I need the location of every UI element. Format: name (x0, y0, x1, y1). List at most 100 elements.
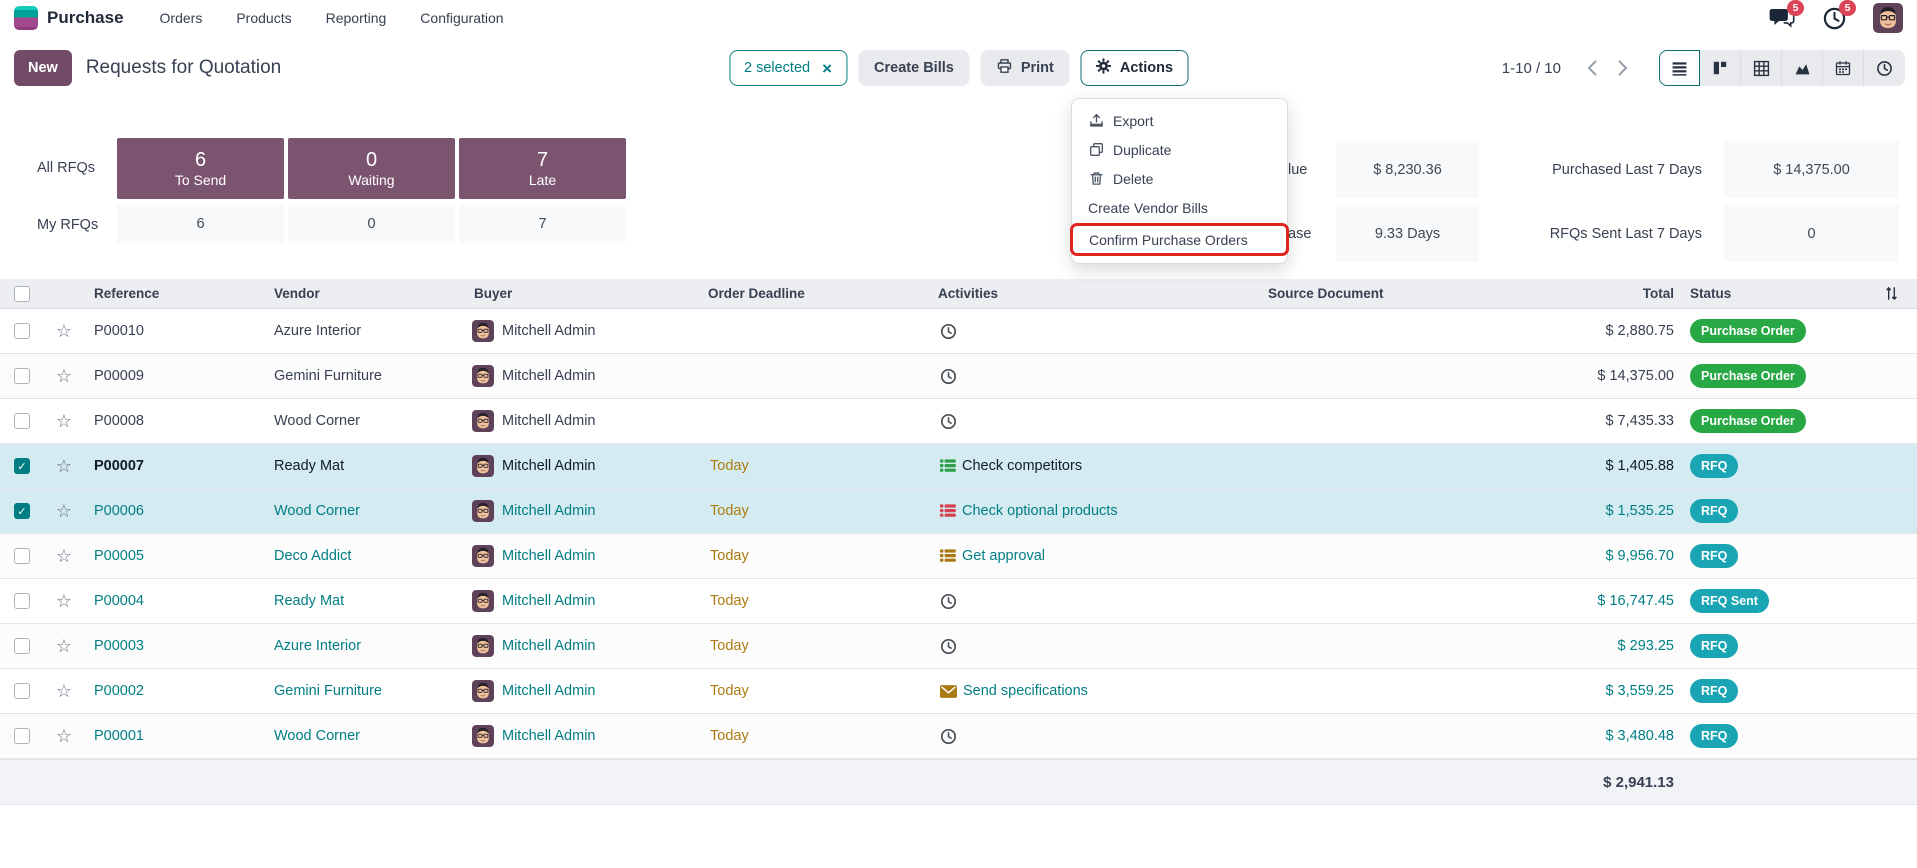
column-header-reference[interactable]: Reference (84, 286, 264, 301)
app-title[interactable]: Purchase (47, 8, 124, 28)
clock-activity-icon[interactable] (940, 413, 957, 430)
table-row[interactable]: ✓ ☆ P00007 Ready Mat Mitchell Admin Toda… (0, 444, 1917, 489)
favorite-star-icon[interactable]: ☆ (44, 726, 84, 747)
select-all-checkbox[interactable] (14, 286, 30, 302)
row-checkbox[interactable] (14, 683, 30, 699)
kanban-view-icon[interactable] (1700, 50, 1741, 86)
table-row[interactable]: ☆ P00008 Wood Corner Mitchell Admin $ 7,… (0, 399, 1917, 444)
page-title: Requests for Quotation (86, 57, 281, 79)
rfq-tile-all-rfqs-to-send[interactable]: 6To Send (117, 138, 284, 199)
column-header-buyer[interactable]: Buyer (464, 286, 698, 301)
kpi-value-lead-time[interactable]: 9.33 Days (1336, 205, 1479, 262)
create-bills-button[interactable]: Create Bills (858, 50, 970, 86)
row-checkbox[interactable] (14, 413, 30, 429)
row-checkbox[interactable] (14, 548, 30, 564)
kpi-value-avg[interactable]: $ 8,230.36 (1336, 141, 1479, 198)
menu-item-products[interactable]: Products (236, 10, 291, 26)
clock-activity-icon[interactable] (940, 638, 957, 655)
row-checkbox[interactable]: ✓ (14, 458, 30, 474)
favorite-star-icon[interactable]: ☆ (44, 456, 84, 477)
menu-item-reporting[interactable]: Reporting (326, 10, 387, 26)
row-vendor: Wood Corner (264, 503, 464, 519)
graph-view-icon[interactable] (1782, 50, 1823, 86)
buyer-avatar (472, 410, 494, 432)
rfq-tile-all-rfqs-late[interactable]: 7Late (459, 138, 626, 199)
actions-menu-item-duplicate[interactable]: Duplicate (1072, 135, 1287, 164)
row-checkbox[interactable] (14, 638, 30, 654)
clock-activity-icon[interactable] (940, 368, 957, 385)
favorite-star-icon[interactable]: ☆ (44, 321, 84, 342)
row-vendor: Wood Corner (264, 413, 464, 429)
clock-activity-icon[interactable] (940, 728, 957, 745)
pager-next-icon[interactable] (1607, 52, 1637, 84)
table-row[interactable]: ✓ ☆ P00006 Wood Corner Mitchell Admin To… (0, 489, 1917, 534)
buyer-avatar (472, 590, 494, 612)
row-buyer: Mitchell Admin (502, 638, 595, 654)
print-button[interactable]: Print (981, 50, 1070, 86)
favorite-star-icon[interactable]: ☆ (44, 366, 84, 387)
column-header-source-document[interactable]: Source Document (1258, 286, 1568, 301)
table-row[interactable]: ☆ P00003 Azure Interior Mitchell Admin T… (0, 624, 1917, 669)
row-checkbox[interactable] (14, 593, 30, 609)
status-badge: RFQ (1690, 544, 1738, 568)
favorite-star-icon[interactable]: ☆ (44, 501, 84, 522)
list-activity-icon[interactable] (940, 503, 956, 519)
table-row[interactable]: ☆ P00004 Ready Mat Mitchell Admin Today … (0, 579, 1917, 624)
envelope-activity-icon[interactable] (940, 684, 957, 699)
pager-previous-icon[interactable] (1577, 52, 1607, 84)
favorite-star-icon[interactable]: ☆ (44, 546, 84, 567)
rfq-tile-my-rfqs-col1[interactable]: 0 (288, 205, 455, 243)
rfq-list: Reference Vendor Buyer Order Deadline Ac… (0, 279, 1917, 805)
menu-item-configuration[interactable]: Configuration (420, 10, 503, 26)
rfq-tile-my-rfqs-col2[interactable]: 7 (459, 205, 626, 243)
actions-menu-item-confirm-purchase-orders[interactable]: Confirm Purchase Orders (1070, 223, 1289, 256)
clear-selection-icon[interactable]: × (822, 60, 832, 77)
table-row[interactable]: ☆ P00001 Wood Corner Mitchell Admin Toda… (0, 714, 1917, 759)
table-row[interactable]: ☆ P00010 Azure Interior Mitchell Admin $… (0, 309, 1917, 354)
clock-activity-icon[interactable] (940, 593, 957, 610)
kpi-value-rfqs-sent-7-days[interactable]: 0 (1724, 205, 1899, 262)
actions-menu-item-create-vendor-bills[interactable]: Create Vendor Bills (1072, 193, 1287, 222)
list-view-icon[interactable] (1659, 50, 1700, 86)
calendar-view-icon[interactable] (1823, 50, 1864, 86)
activity-view-icon[interactable] (1864, 50, 1905, 86)
clock-activity-icon[interactable] (940, 323, 957, 340)
actions-menu-item-delete[interactable]: Delete (1072, 164, 1287, 193)
kpi-label-clipped-2: ase (1288, 205, 1334, 262)
actions-button[interactable]: Actions (1081, 50, 1188, 86)
buyer-avatar (472, 455, 494, 477)
column-header-total[interactable]: Total (1568, 286, 1674, 301)
favorite-star-icon[interactable]: ☆ (44, 591, 84, 612)
activities-clock-icon[interactable]: 5 (1821, 6, 1847, 30)
messages-icon[interactable]: 5 (1769, 6, 1795, 30)
row-checkbox[interactable] (14, 368, 30, 384)
kpi-value-purchased-7-days[interactable]: $ 14,375.00 (1724, 141, 1899, 198)
table-row[interactable]: ☆ P00009 Gemini Furniture Mitchell Admin… (0, 354, 1917, 399)
menu-item-orders[interactable]: Orders (160, 10, 203, 26)
row-checkbox[interactable] (14, 323, 30, 339)
row-checkbox[interactable] (14, 728, 30, 744)
column-header-status[interactable]: Status (1674, 286, 1864, 301)
column-header-vendor[interactable]: Vendor (264, 286, 464, 301)
actions-menu-item-export[interactable]: Export (1072, 106, 1287, 135)
favorite-star-icon[interactable]: ☆ (44, 411, 84, 432)
row-total: $ 2,880.75 (1568, 323, 1674, 339)
new-button[interactable]: New (14, 50, 72, 86)
list-activity-icon[interactable] (940, 458, 956, 474)
rfq-tile-my-rfqs-col0[interactable]: 6 (117, 205, 284, 243)
table-row[interactable]: ☆ P00005 Deco Addict Mitchell Admin Toda… (0, 534, 1917, 579)
favorite-star-icon[interactable]: ☆ (44, 681, 84, 702)
table-row[interactable]: ☆ P00002 Gemini Furniture Mitchell Admin… (0, 669, 1917, 714)
optional-columns-icon[interactable] (1864, 286, 1917, 301)
rfq-tile-all-rfqs-waiting[interactable]: 0Waiting (288, 138, 455, 199)
favorite-star-icon[interactable]: ☆ (44, 636, 84, 657)
status-badge: Purchase Order (1690, 364, 1806, 388)
list-activity-icon[interactable] (940, 548, 956, 564)
purchase-app-logo-icon[interactable] (14, 6, 38, 30)
column-header-order-deadline[interactable]: Order Deadline (698, 286, 928, 301)
column-header-activities[interactable]: Activities (928, 286, 1258, 301)
user-avatar[interactable] (1873, 3, 1903, 33)
row-checkbox[interactable]: ✓ (14, 503, 30, 519)
row-reference: P00004 (84, 593, 264, 609)
pivot-view-icon[interactable] (1741, 50, 1782, 86)
